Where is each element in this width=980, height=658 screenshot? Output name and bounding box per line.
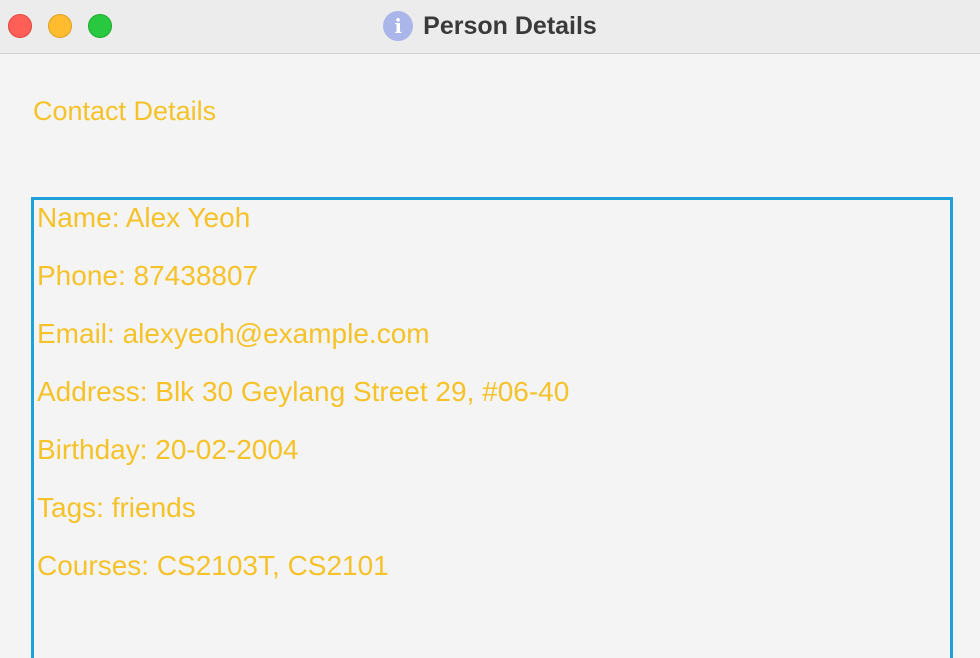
detail-email: Email: alexyeoh@example.com [37,318,430,349]
detail-name: Name: Alex Yeoh [37,202,251,233]
info-icon: i [383,11,414,41]
detail-tags: Tags: friends [37,492,196,523]
title-bar[interactable]: i Person Details [0,0,980,54]
detail-phone: Phone: 87438807 [37,260,259,291]
detail-birthday: Birthday: 20-02-2004 [37,434,299,465]
detail-address: Address: Blk 30 Geylang Street 29, #06-4… [37,376,570,407]
window-title: Person Details [423,11,597,40]
contact-details-box: Name: Alex Yeoh Phone: 87438807 Email: a… [31,197,953,658]
detail-courses: Courses: CS2103T, CS2101 [37,550,389,581]
contact-details-heading: Contact Details [33,96,217,126]
window-title-group: i Person Details [0,0,980,52]
person-details-window: i Person Details Contact Details Name: A… [0,0,980,658]
